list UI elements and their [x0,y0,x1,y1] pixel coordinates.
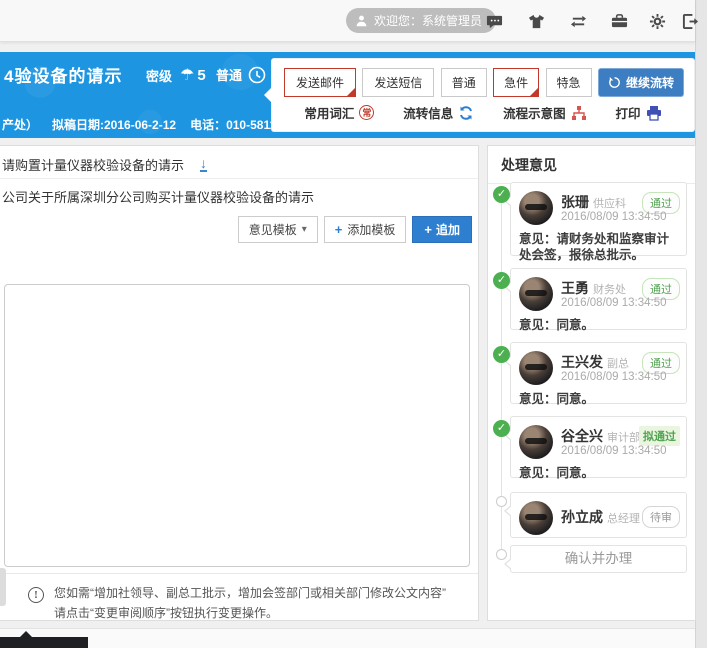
common-word-icon: 常 [359,105,374,120]
approved-check-icon: ✓ [493,346,510,363]
approved-check-icon: ✓ [493,186,510,203]
draft-date: 拟稿日期:2016-06-2-12 [52,116,176,133]
divider [0,573,478,574]
topbar: 欢迎您：系统管理员 [0,0,695,42]
opinion-date: 2016/08/09 13:34:50 [561,297,667,309]
opinion-date: 2016/08/09 13:34:50 [561,371,667,383]
continue-flow-button[interactable]: 继续流转 [598,68,684,97]
flow-diagram-link[interactable]: 流程示意图 [503,103,587,122]
print-link[interactable]: 打印 [616,103,662,122]
document-subject: 公司关于所属深圳分公司购买计量仪器校验设备的请示 [2,187,314,206]
divider [0,178,478,179]
opinion-date: 2016/08/09 13:34:50 [561,211,667,223]
priority-normal-button[interactable]: 普通 [441,68,487,97]
opinion-comment: 意见：同意。 [519,465,680,481]
opinion-card: 王勇 财务处 通过 2016/08/09 13:34:50 意见：同意。 [510,268,687,330]
opinion-input[interactable] [4,284,470,567]
approver-name: 张珊 [561,192,589,212]
download-icon[interactable]: ↓ [200,157,207,172]
avatar [519,191,553,225]
user-icon [355,14,368,27]
attachment-link[interactable]: 请购置计量仪器校验设备的请示 [2,155,184,174]
approver-dept: 财务处 [593,281,626,297]
approved-check-icon: ✓ [493,420,510,437]
confirm-handle-button[interactable]: 确认并办理 [510,545,687,573]
approver-dept: 审计部 [607,429,640,445]
printer-icon [646,105,662,121]
security-level: 密级 ☂ 5 [146,65,206,85]
welcome-label: 欢迎您：系统管理员 [374,12,482,29]
status-badge: 待审 [642,506,680,528]
approver-name: 王兴发 [561,352,603,372]
opinions-title: 处理意见 [488,146,695,184]
briefcase-icon[interactable] [611,13,628,30]
document-body-panel: 请购置计量仪器校验设备的请示 ↓ 公司关于所属深圳分公司购买计量仪器校验设备的请… [0,145,479,621]
avatar [519,351,553,385]
approver-name: 王勇 [561,278,589,298]
send-mail-button[interactable]: 发送邮件 [284,68,356,97]
approver-name: 孙立成 [561,507,603,527]
opinion-comment: 意见：请财务处和监察审计处会签，报徐总批示。 [519,231,680,263]
plus-icon: + [424,222,432,237]
common-words-link[interactable]: 常用词汇 常 [304,103,374,122]
priority-extra-urgent-button[interactable]: 特急 [546,68,592,97]
tooltip-fragment [0,637,88,648]
pending-dot-icon [496,549,507,560]
opinion-comment: 意见：同意。 [519,391,680,407]
avatar [519,501,553,535]
user-menu[interactable]: 欢迎您：系统管理员 [346,8,496,33]
send-sms-button[interactable]: 发送短信 [362,68,434,97]
pending-dot-icon [496,496,507,507]
add-template-button[interactable]: + 添加模板 [324,216,407,243]
message-icon[interactable] [486,13,503,30]
umbrella-icon: ☂ [180,65,194,85]
document-title: 4验设备的请示 [4,62,122,87]
notice-text: 您如需“增加社领导、副总工批示，增加会签部门或相关部门修改公文内容” 请点击“变… [54,583,446,623]
page: 欢迎您：系统管理员 4验设备的请示 密级 ☂ 5 普通 [0,0,696,648]
chevron-down-icon: ▾ [302,224,307,235]
info-icon: ! [28,587,44,603]
opinion-comment: 意见：同意。 [519,317,680,333]
approver-name: 谷全兴 [561,426,603,446]
footer-strip [0,628,695,648]
approver-dept: 供应科 [593,195,626,211]
approver-dept: 总经理 [607,510,640,526]
urgency-level: 普通 [216,65,266,84]
refresh-icon [608,76,621,89]
opinions-panel: 处理意见 ✓ 张珊 供应科 通过 2016/08/09 13:34:50 意见：… [487,145,696,621]
switch-icon[interactable] [570,13,587,30]
edge-fragment [0,568,6,606]
document-header: 4验设备的请示 密级 ☂ 5 普通 产处） 拟稿日期:2016-06-2-12 … [0,52,695,138]
flow-diagram-icon [571,105,587,121]
dept-fragment: 产处） [2,116,38,133]
clock-icon [248,66,266,84]
opinion-card: 孙立成 总经理 待审 [510,492,687,538]
status-badge: 拟通过 [639,426,680,446]
approved-check-icon: ✓ [493,272,510,289]
theme-icon[interactable] [528,13,545,30]
flow-info-icon [458,105,474,121]
append-button[interactable]: + 追加 [412,216,472,243]
flow-info-link[interactable]: 流转信息 [403,103,474,122]
settings-icon[interactable] [649,13,666,30]
logout-icon[interactable] [682,13,699,30]
opinion-template-dropdown[interactable]: 意见模板 ▾ [238,216,318,243]
priority-urgent-button[interactable]: 急件 [493,68,539,97]
avatar [519,425,553,459]
action-toolbar: 发送邮件 发送短信 普通 急件 特急 继续流转 常用词汇 常 流转信息 [272,59,694,131]
approver-dept: 副总 [607,355,629,371]
avatar [519,277,553,311]
opinion-card: 谷全兴 审计部 拟通过 2016/08/09 13:34:50 意见：同意。 [510,416,687,478]
opinion-card: 张珊 供应科 通过 2016/08/09 13:34:50 意见：请财务处和监察… [510,182,687,256]
opinion-card: 王兴发 副总 通过 2016/08/09 13:34:50 意见：同意。 [510,342,687,404]
plus-icon: + [335,222,343,237]
opinion-date: 2016/08/09 13:34:50 [561,445,667,457]
